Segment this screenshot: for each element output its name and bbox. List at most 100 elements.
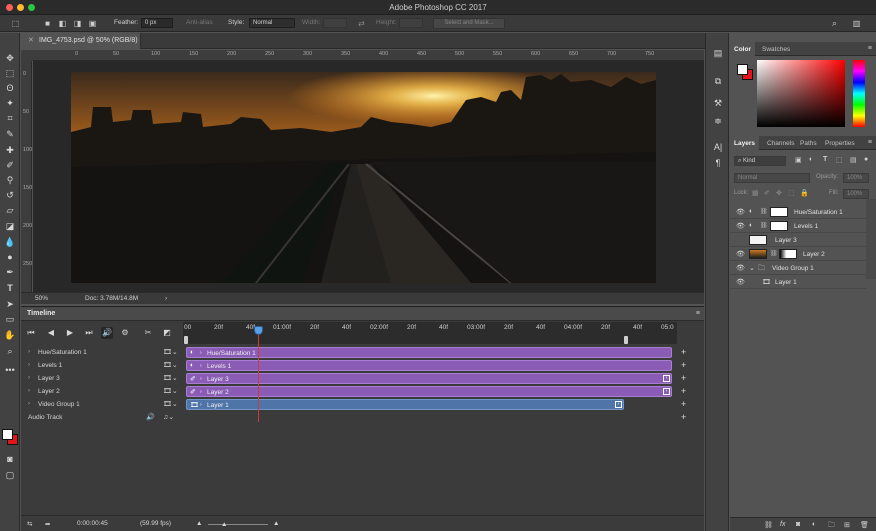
layer-thumbnail[interactable] [749, 249, 767, 259]
expand-track-icon[interactable]: › [28, 349, 30, 355]
audio-toggle-icon[interactable]: 🔊 [101, 327, 113, 339]
layer-mask-thumbnail[interactable] [770, 221, 788, 231]
expand-track-icon[interactable]: › [28, 388, 30, 394]
rectangular-marquee-tool-icon[interactable]: ⬚ [3, 67, 17, 80]
audio-mute-icon[interactable]: 🔊 [146, 413, 155, 421]
clip-end-handle-icon[interactable]: › [615, 401, 622, 408]
swap-dimensions-icon[interactable]: ⇄ [356, 18, 367, 29]
timeline-zoom-thumb[interactable]: ▲ [221, 521, 227, 528]
clip-expand-icon[interactable]: › [200, 350, 202, 356]
intersect-selection-icon[interactable]: ▣ [87, 18, 98, 29]
new-selection-icon[interactable]: ■ [42, 18, 53, 29]
tab-swatches[interactable]: Swatches [758, 42, 794, 56]
layer-mask-thumbnail[interactable] [770, 207, 788, 217]
track-options-icon[interactable]: 🎞⌄ [163, 361, 178, 369]
history-brush-tool-icon[interactable]: ↺ [3, 189, 17, 202]
screen-mode-icon[interactable]: ▢ [3, 469, 17, 482]
chain-link-icon[interactable]: ⛓ [760, 222, 768, 229]
ruler-origin[interactable] [21, 50, 33, 61]
lock-transparent-icon[interactable]: ▦ [752, 189, 759, 197]
zoom-in-mountain-icon[interactable]: ▲ [273, 520, 279, 527]
quick-mask-icon[interactable]: ◙ [3, 453, 17, 466]
anti-alias-checkbox[interactable]: Anti-alias [186, 19, 213, 26]
status-menu-icon[interactable]: › [165, 295, 167, 302]
layer-style-fx-icon[interactable]: fx [780, 521, 785, 528]
tab-properties[interactable]: Properties [821, 136, 859, 150]
layer-thumbnail[interactable] [749, 235, 767, 245]
tab-color[interactable]: Color [730, 42, 755, 56]
height-input[interactable] [399, 18, 423, 28]
track-options-icon[interactable]: 🎞⌄ [163, 348, 178, 356]
eyedropper-tool-icon[interactable]: ✎ [3, 128, 17, 141]
visibility-eye-icon[interactable]: 👁 [736, 278, 745, 286]
next-frame-icon[interactable]: ⏭ [83, 327, 95, 339]
layer-row[interactable]: 👁 ⌄ 🗀 Video Group 1 [730, 261, 866, 275]
layer-row[interactable]: Layer 3 [730, 233, 866, 247]
track-options-icon[interactable]: 🎞⌄ [163, 387, 178, 395]
eraser-tool-icon[interactable]: ▱ [3, 204, 17, 217]
visibility-eye-icon[interactable]: 👁 [736, 208, 745, 216]
search-icon[interactable]: ⌕ [829, 18, 840, 29]
add-audio-icon[interactable]: + [681, 412, 686, 422]
chain-link-icon[interactable]: ⛓ [760, 208, 768, 215]
filter-smart-object-icon[interactable]: ▤ [850, 156, 857, 164]
clip-end-handle-icon[interactable]: › [663, 388, 670, 395]
fill-input[interactable]: 100% [843, 189, 869, 199]
select-and-mask-button[interactable]: Select and Mask... [433, 18, 505, 29]
lock-pixels-icon[interactable]: ✐ [764, 189, 770, 197]
layer-name[interactable]: Levels 1 [794, 223, 818, 230]
document-tab[interactable]: ✕ IMG_4753.psd @ 50% (RGB/8) [21, 33, 141, 49]
brush-tool-icon[interactable]: ✐ [3, 159, 17, 172]
clip-expand-icon[interactable]: › [200, 402, 202, 408]
work-area-start-handle[interactable] [184, 336, 188, 344]
adjustments-panel-icon[interactable]: ≑ [712, 115, 724, 127]
color-panel-foreground-swatch[interactable] [737, 64, 748, 75]
dodge-tool-icon[interactable]: ● [3, 251, 17, 264]
clip-expand-icon[interactable]: › [200, 376, 202, 382]
horizontal-ruler[interactable]: 0 50 100 150 200 250 300 350 400 450 500… [33, 50, 704, 61]
timeline-track-row[interactable]: › Hue/Saturation 1 🎞⌄ ◐ › Hue/Saturation… [21, 347, 704, 359]
color-panel-menu-icon[interactable]: ≡ [868, 45, 872, 52]
workspace-icon[interactable]: ▥ [851, 18, 862, 29]
layer-mask-thumbnail[interactable] [779, 249, 797, 259]
saturation-value-picker[interactable] [757, 60, 845, 127]
opacity-input[interactable]: 100% [843, 173, 869, 183]
subtract-from-selection-icon[interactable]: ◨ [72, 18, 83, 29]
visibility-eye-icon[interactable]: 👁 [736, 250, 745, 258]
lock-position-icon[interactable]: ✥ [776, 189, 782, 197]
layer-name[interactable]: Video Group 1 [772, 265, 814, 272]
width-input[interactable] [323, 18, 347, 28]
timeline-clip[interactable]: 🎞 › Layer 1 › [186, 399, 624, 410]
paragraph-panel-icon[interactable]: ¶ [712, 157, 724, 169]
timeline-zoom-slider[interactable] [208, 524, 268, 525]
timeline-track-row[interactable]: › Layer 2 🎞⌄ ✐ › Layer 2 › + [21, 386, 704, 398]
magic-wand-tool-icon[interactable]: ✦ [3, 97, 17, 110]
expand-track-icon[interactable]: › [28, 375, 30, 381]
playhead-handle[interactable] [254, 326, 263, 335]
clone-stamp-tool-icon[interactable]: ⚲ [3, 174, 17, 187]
chain-link-icon[interactable]: ⛓ [770, 250, 778, 257]
filter-adjustment-icon[interactable]: ◐ [809, 156, 813, 163]
layer-row[interactable]: 👁 ⛓ Layer 2 [730, 247, 866, 261]
convert-frame-animation-icon[interactable]: ⇆ [27, 520, 32, 528]
filter-type-icon[interactable]: T [823, 156, 827, 163]
character-panel-icon[interactable]: A| [712, 141, 724, 153]
go-to-first-frame-icon[interactable]: ⏮ [25, 327, 37, 339]
timeline-track-row[interactable]: › Levels 1 🎞⌄ ◐ › Levels 1 + [21, 360, 704, 372]
filter-shape-icon[interactable]: ⬚ [836, 156, 843, 164]
layer-row[interactable]: 👁 ◐ ⛓ Hue/Saturation 1 [730, 205, 866, 219]
clip-end-handle-icon[interactable]: › [663, 375, 670, 382]
new-layer-icon[interactable]: ⊞ [844, 521, 850, 529]
path-selection-tool-icon[interactable]: ➤ [3, 298, 17, 311]
history-panel-icon[interactable]: ▤ [712, 47, 724, 59]
style-select[interactable]: Normal [249, 18, 295, 28]
add-media-icon[interactable]: + [681, 360, 686, 370]
tool-presets-icon[interactable]: ⚒ [712, 97, 724, 109]
marquee-preset-icon[interactable]: ⬚ [10, 18, 21, 29]
clip-expand-icon[interactable]: › [200, 363, 202, 369]
new-adjustment-layer-icon[interactable]: ◐ [812, 521, 816, 528]
transition-icon[interactable]: ◩ [161, 327, 173, 339]
add-media-icon[interactable]: + [681, 347, 686, 357]
rectangle-tool-icon[interactable]: ▭ [3, 313, 17, 326]
split-scissors-icon[interactable]: ✂ [142, 327, 154, 339]
